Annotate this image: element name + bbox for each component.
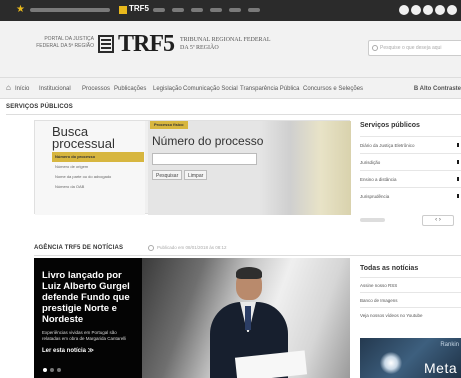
burst-icon [380, 352, 402, 374]
topbar-control-button[interactable] [411, 5, 421, 15]
nav-item-transparencia[interactable]: Transparência Pública [240, 84, 299, 94]
nav-item-institucional[interactable]: Institucional [39, 84, 71, 94]
accessibility-controls[interactable]: B Alto Contraste [414, 84, 461, 94]
section-title-servicos: SERVIÇOS PÚBLICOS [6, 104, 73, 110]
todas-noticias-title[interactable]: Todas as notícias [360, 265, 418, 272]
nav-item-processos[interactable]: Processos [82, 84, 110, 94]
portal-label[interactable]: PORTAL DA JUSTIÇA FEDERAL DA 5ª REGIÃO [34, 36, 94, 50]
carousel-dots [43, 368, 61, 372]
rss-link[interactable]: Assine nosso RSS [360, 277, 461, 292]
clear-button[interactable]: Limpar [184, 170, 208, 180]
busca-option-numero[interactable]: Número do processo [52, 152, 144, 162]
servicos-item-jurisdicao[interactable]: Jurisdição [360, 153, 461, 170]
tribunal-name-line1: TRIBUNAL REGIONAL FEDERAL [180, 37, 271, 43]
busca-title: Busca processual [52, 125, 115, 151]
carousel-dot[interactable] [57, 368, 61, 372]
topbar-control-button[interactable] [447, 5, 457, 15]
busca-form-title: Número do processo [152, 134, 264, 148]
search-button[interactable]: Pesquisar [152, 170, 183, 180]
topbar-control-button[interactable] [423, 5, 433, 15]
banner-rank: Rankin [440, 342, 459, 348]
busca-menu: Busca processual Número do processo Núme… [35, 121, 145, 215]
topbar-section-link[interactable] [248, 8, 260, 12]
servicos-pager[interactable]: ‹ › [422, 215, 454, 226]
star-icon: ★ [16, 4, 25, 15]
topbar-section-link[interactable] [153, 8, 165, 12]
busca-option-oab[interactable]: Número da OAB [52, 182, 144, 192]
search-input[interactable]: Pesquise o que deseja aqui [368, 40, 461, 56]
news-carousel[interactable]: Livro lançado por Luiz Alberto Gurgel de… [34, 258, 350, 378]
nav-item-comunicacao[interactable]: Comunicação Social [183, 84, 238, 94]
topbar-control-button[interactable] [435, 5, 445, 15]
busca-option-nome[interactable]: Nome da parte ou do advogado [52, 172, 144, 182]
topbar-control-button[interactable] [399, 5, 409, 15]
nav-item-legislacao[interactable]: Legislação [153, 84, 182, 94]
servicos-count [360, 218, 385, 222]
busca-form: Processo físico Número do processo Pesqu… [148, 121, 351, 215]
divider [34, 255, 461, 256]
topbar-section-link[interactable] [172, 8, 184, 12]
tribunal-name-line2: DA 5ª REGIÃO [180, 45, 219, 51]
nav-item-concursos[interactable]: Concursos e Seleções [303, 84, 363, 94]
busca-title-line2: processual [52, 136, 115, 151]
servicos-title: Serviços públicos [360, 122, 420, 129]
news-date: Publicado em 08/01/2018 às 08:12 [148, 243, 227, 253]
top-bar: ★ TRF5 [0, 0, 461, 21]
site-logo[interactable]: TRF5 [118, 31, 175, 58]
news-summary: Experiências vividas em Portugal são rel… [42, 330, 127, 341]
section-title-agencia: AGÊNCIA TRF5 DE NOTÍCIAS [34, 245, 124, 251]
portal-link[interactable] [30, 8, 110, 12]
site-header: PORTAL DA JUSTIÇA FEDERAL DA 5ª REGIÃO T… [0, 21, 461, 77]
tribunal-name: TRIBUNAL REGIONAL FEDERAL DA 5ª REGIÃO [180, 36, 271, 52]
news-headline[interactable]: Livro lançado por Luiz Alberto Gurgel de… [42, 270, 136, 325]
servicos-item-diario[interactable]: Diário da Justiça Eletrônico [360, 136, 461, 153]
topbar-controls [399, 5, 457, 15]
topbar-section-link[interactable] [210, 8, 222, 12]
topbar-trf5-link[interactable]: TRF5 [129, 4, 149, 13]
servicos-item-ensino[interactable]: Ensino a distância [360, 170, 461, 187]
topbar-section-link[interactable] [229, 8, 241, 12]
busca-form-tag[interactable]: Processo físico [150, 121, 188, 129]
process-number-input[interactable] [152, 153, 257, 165]
carousel-dot[interactable] [50, 368, 54, 372]
servicos-item-jurisprudencia[interactable]: Jurisprudência [360, 187, 461, 204]
read-more-link[interactable]: Ler esta notícia ≫ [42, 347, 136, 354]
carousel-dot[interactable] [43, 368, 47, 372]
youtube-link[interactable]: Veja nossos vídeos no Youtube [360, 307, 461, 322]
flag-icon [119, 6, 127, 14]
trf5-logo-icon[interactable] [98, 35, 114, 53]
busca-processual-panel: Busca processual Número do processo Núme… [34, 120, 351, 215]
nav-item-publicacoes[interactable]: Publicações [114, 84, 146, 94]
divider [6, 114, 461, 115]
meta-banner[interactable]: Rankin Meta [360, 338, 461, 378]
nav-item-inicio[interactable]: Início [15, 84, 29, 94]
servicos-list: Serviços públicos Diário da Justiça Elet… [360, 120, 461, 235]
image-bank-link[interactable]: Banco de Imagens [360, 292, 461, 307]
busca-options: Número do processo Número de origem Nome… [52, 152, 144, 192]
banner-meta: Meta [424, 360, 458, 376]
news-caption: Livro lançado por Luiz Alberto Gurgel de… [34, 258, 142, 378]
topbar-section-link[interactable] [191, 8, 203, 12]
busca-option-origem[interactable]: Número de origem [52, 162, 144, 172]
main-nav: ⌂ Início Institucional Processos Publica… [0, 77, 461, 99]
home-icon[interactable]: ⌂ [6, 83, 11, 92]
